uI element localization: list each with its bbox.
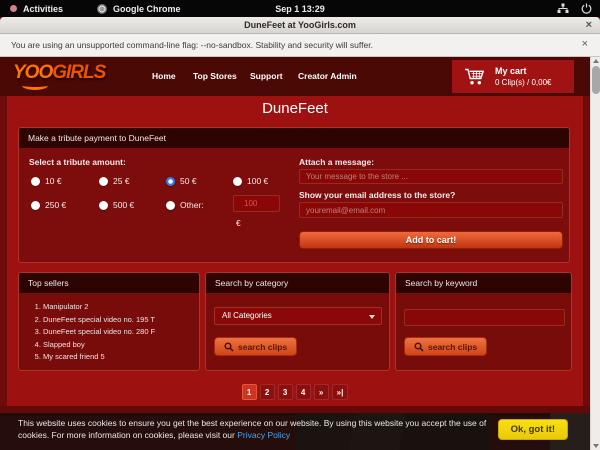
radio-label: 10 € — [45, 176, 62, 186]
window-titlebar[interactable]: DuneFeet at YooGirls.com × — [0, 17, 600, 34]
tribute-panel-header: Make a tribute payment to DuneFeet — [19, 128, 569, 148]
search-clips-label: search clips — [238, 342, 287, 352]
page-button-3[interactable]: 3 — [278, 384, 293, 400]
scroll-up-icon[interactable] — [591, 57, 600, 65]
radio-label: 100 € — [247, 176, 268, 186]
search-clips-keyword-button[interactable]: search clips — [404, 337, 487, 356]
search-icon — [224, 342, 234, 352]
page-button-4[interactable]: 4 — [296, 384, 311, 400]
category-select[interactable]: All Categories — [214, 307, 382, 325]
nav-home[interactable]: Home — [152, 71, 176, 81]
cart-title: My cart — [495, 65, 551, 77]
radio-label: 50 € — [180, 176, 197, 186]
cart-summary: 0 Clip(s) / 0,00€ — [495, 77, 551, 88]
scrollbar-thumb[interactable] — [592, 66, 600, 94]
radio-icon[interactable] — [233, 177, 242, 186]
scroll-down-icon[interactable] — [591, 442, 600, 450]
message-input[interactable] — [299, 169, 563, 184]
category-select-value: All Categories — [222, 311, 272, 320]
email-label: Show your email address to the store? — [299, 190, 455, 200]
my-cart-button[interactable]: My cart 0 Clip(s) / 0,00€ — [452, 60, 574, 93]
radio-icon[interactable] — [166, 177, 175, 186]
radio-icon[interactable] — [31, 201, 40, 210]
nav-support[interactable]: Support — [250, 71, 283, 81]
search-icon — [414, 342, 424, 352]
cookie-accept-button[interactable]: Ok, got it! — [498, 419, 568, 440]
power-icon[interactable] — [581, 3, 592, 14]
radio-label: 250 € — [45, 200, 66, 210]
radio-option-250[interactable]: 250 € — [31, 200, 66, 210]
page-button-1[interactable]: 1 — [242, 384, 257, 400]
list-item[interactable]: Manipulator 2 — [43, 301, 199, 314]
browser-viewport: YOOGIRLS Home Top Stores Support Creator… — [0, 57, 600, 450]
radio-label: 500 € — [113, 200, 134, 210]
logo-part1: YOO — [13, 62, 52, 83]
list-item[interactable]: DuneFeet special video no. 195 T — [43, 314, 199, 327]
privacy-policy-link[interactable]: Privacy Policy — [237, 430, 290, 440]
infobar-message: You are using an unsupported command-lin… — [11, 40, 373, 50]
clock[interactable]: Sep 1 13:29 — [0, 4, 600, 14]
page-left-margin — [0, 96, 7, 408]
radio-label: 25 € — [113, 176, 130, 186]
logo-part2: GIRLS — [52, 62, 105, 83]
currency-label: € — [236, 218, 241, 228]
cookie-consent-bar: This website uses cookies to ensure you … — [0, 413, 590, 450]
email-input[interactable] — [299, 202, 563, 218]
amount-label: Select a tribute amount: — [29, 157, 126, 167]
list-item[interactable]: Slapped boy — [43, 339, 199, 352]
desktop-screen: Activities Google Chrome Sep 1 13:29 Dun… — [0, 0, 600, 450]
browser-scrollbar[interactable] — [590, 57, 600, 450]
logo-smile-icon — [22, 81, 48, 90]
top-sellers-list: Manipulator 2 DuneFeet special video no.… — [43, 301, 199, 364]
radio-option-100[interactable]: 100 € — [233, 176, 268, 186]
nav-top-stores[interactable]: Top Stores — [193, 71, 237, 81]
radio-icon[interactable] — [31, 177, 40, 186]
window-title: DuneFeet at YooGirls.com — [244, 20, 356, 30]
message-label: Attach a message: — [299, 157, 374, 167]
keyword-input[interactable] — [404, 309, 565, 326]
keyword-search-header: Search by keyword — [396, 273, 571, 293]
other-amount-input[interactable] — [233, 195, 280, 212]
radio-option-other[interactable]: Other: — [166, 200, 204, 210]
radio-option-25[interactable]: 25 € — [99, 176, 130, 186]
page-button-next[interactable]: » — [314, 384, 329, 400]
radio-option-500[interactable]: 500 € — [99, 200, 134, 210]
pagination: 1 2 3 4 » »| — [0, 384, 590, 400]
top-sellers-panel: Top sellers Manipulator 2 DuneFeet speci… — [18, 272, 200, 371]
search-clips-label: search clips — [428, 342, 477, 352]
radio-icon[interactable] — [99, 177, 108, 186]
network-icon[interactable] — [557, 3, 569, 14]
top-sellers-header: Top sellers — [19, 273, 199, 293]
site-header: YOOGIRLS Home Top Stores Support Creator… — [0, 57, 590, 96]
list-item[interactable]: DuneFeet special video no. 280 F — [43, 326, 199, 339]
radio-option-10[interactable]: 10 € — [31, 176, 62, 186]
chrome-infobar: You are using an unsupported command-lin… — [0, 34, 600, 57]
keyword-search-panel: Search by keyword search clips — [395, 272, 572, 371]
radio-icon[interactable] — [166, 201, 175, 210]
page-button-last[interactable]: »| — [332, 384, 349, 400]
page-right-margin — [583, 96, 590, 408]
tribute-panel: Make a tribute payment to DuneFeet Selec… — [18, 127, 570, 263]
search-clips-category-button[interactable]: search clips — [214, 337, 297, 356]
infobar-close-icon[interactable]: × — [582, 38, 588, 50]
cookie-message: This website uses cookies to ensure you … — [18, 418, 496, 441]
radio-option-50[interactable]: 50 € — [166, 176, 197, 186]
radio-icon[interactable] — [99, 201, 108, 210]
page-title: DuneFeet — [0, 100, 590, 117]
radio-label: Other: — [180, 200, 204, 210]
window-close-icon[interactable]: × — [586, 19, 592, 31]
gnome-top-bar: Activities Google Chrome Sep 1 13:29 — [0, 0, 600, 17]
category-search-header: Search by category — [206, 273, 389, 293]
add-to-cart-button[interactable]: Add to cart! — [299, 231, 563, 249]
chevron-down-icon — [369, 315, 375, 319]
list-item[interactable]: My scared friend 5 — [43, 351, 199, 364]
page-button-2[interactable]: 2 — [260, 384, 275, 400]
cart-icon — [464, 68, 486, 85]
category-search-panel: Search by category All Categories search… — [205, 272, 390, 371]
nav-creator-admin[interactable]: Creator Admin — [298, 71, 357, 81]
